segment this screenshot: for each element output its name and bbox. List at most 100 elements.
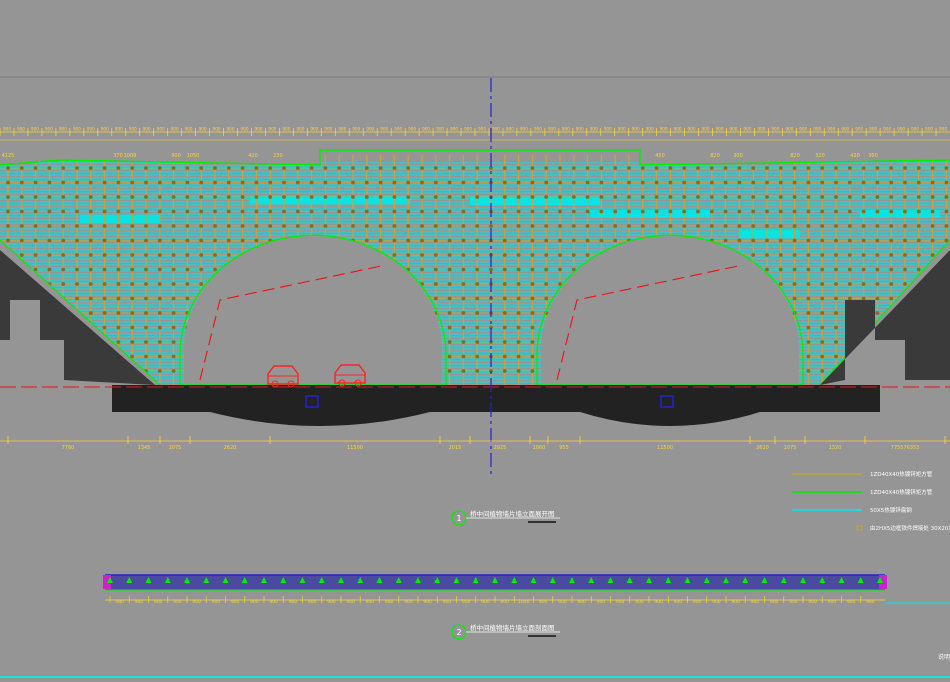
node [668,195,673,199]
node [806,354,811,359]
node [461,267,466,272]
node [433,296,438,301]
node [502,296,507,301]
drawing-canvas: 900 900 900 900 900 900 900 900 900 900 900 900 900 9… [0,76,950,678]
node [420,180,424,185]
dimension-label: 900 [534,127,542,132]
node [696,195,700,199]
node [723,209,728,214]
node [130,267,135,272]
node [709,209,714,214]
node [199,224,204,228]
dimension-label: 900 [59,127,67,132]
node [861,282,866,286]
node [171,340,176,344]
bottom-dimension-label: 1320 [829,445,842,451]
drawing-title-text: 桥中间植物墙片墙立面展开图 [470,509,555,518]
node [102,209,107,214]
node [875,267,880,272]
node [751,238,756,243]
node [903,209,907,214]
strip-dimension-label: 900 [500,599,509,605]
node [806,195,811,199]
node [433,209,438,214]
node [19,325,24,330]
node [903,224,907,228]
node [516,311,521,315]
node [88,195,93,199]
dimension-label: 900 [171,127,179,132]
node [489,224,493,228]
node [420,209,424,214]
node [544,282,549,286]
node [640,180,645,185]
node [627,209,631,214]
node [861,209,866,214]
node [930,180,935,185]
dimension-label: 900 [31,127,39,132]
upper-dimension-label: 300 [868,153,878,159]
dimension-label: 900 [101,127,109,132]
node [88,238,93,243]
node [378,224,383,228]
node [171,369,176,373]
node [213,224,217,228]
bottom-dimension-label: 955 [559,445,569,451]
strip-dimension-label: 900 [654,599,663,605]
node [185,224,190,228]
node [737,238,742,243]
node [847,369,852,373]
node [406,180,411,185]
node [903,166,907,170]
node [765,166,769,170]
node [240,166,245,170]
node [6,340,10,344]
node [502,166,507,170]
node [295,180,300,185]
node [88,253,93,257]
upper-dimension-label: 900 [171,153,181,159]
node [903,267,907,272]
dimension-label: 900 [310,127,318,132]
upper-dimension-label: 420 [850,153,860,159]
node [889,296,894,301]
node [516,282,521,286]
node [61,209,66,214]
mesh-wave [80,215,160,223]
node [778,267,783,272]
node [75,166,79,170]
node [516,180,521,185]
node [944,195,949,199]
node [889,369,894,373]
node [75,180,79,185]
node [323,224,328,228]
bottom-dimension-label: 2620 [224,445,237,451]
node [847,209,852,214]
dimension-label: 900 [324,127,332,132]
node [696,224,700,228]
strip-dimension-label: 900 [693,599,702,605]
strip-dimension-label: 900 [231,599,240,605]
dimension-label: 900 [478,127,486,132]
node [47,267,52,272]
node [792,224,797,228]
node [599,224,604,228]
node [599,180,604,185]
node [737,209,742,214]
node [916,253,921,257]
node [792,166,797,170]
node [116,282,121,286]
node [130,195,135,199]
node [544,267,549,272]
node [351,209,355,214]
node [640,209,645,214]
node [47,340,52,344]
node [944,209,949,214]
node [820,354,825,359]
node [19,340,24,344]
node [433,166,438,170]
node [654,224,659,228]
dimension-label: 900 [883,127,891,132]
node [406,195,411,199]
node [406,224,411,228]
